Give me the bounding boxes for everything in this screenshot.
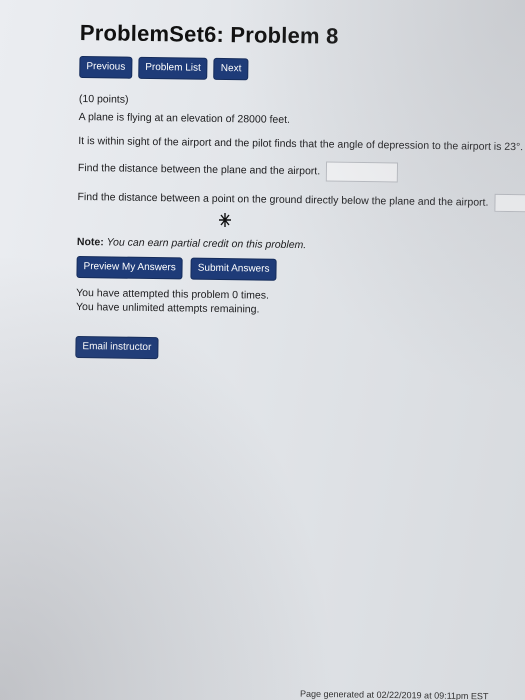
attempts-info: You have attempted this problem 0 times.… (76, 286, 525, 321)
email-row: Email instructor (75, 335, 525, 365)
page-footer: Page generated at 02/22/2019 at 09:11pm … (299, 688, 489, 700)
screen-photo: ProblemSet6: Problem 8 Previous Problem … (0, 0, 525, 700)
preview-answers-button[interactable]: Preview My Answers (76, 255, 183, 280)
question-2: Find the distance between a point on the… (77, 188, 525, 213)
problem-text-2: It is within sight of the airport and th… (78, 134, 524, 154)
problem-list-button[interactable]: Problem List (138, 56, 208, 80)
question-1-text: Find the distance between the plane and … (77, 161, 321, 178)
note-text: You can earn partial credit on this prob… (106, 236, 307, 252)
problem-page: ProblemSet6: Problem 8 Previous Problem … (75, 20, 525, 365)
problem-body: (10 points) A plane is flying at an elev… (77, 92, 525, 213)
mouse-cursor-icon (219, 213, 231, 227)
problem-points: (10 points) (78, 92, 129, 106)
answer-input-1[interactable] (326, 161, 399, 183)
next-button[interactable]: Next (213, 57, 249, 81)
email-instructor-button[interactable]: Email instructor (75, 335, 159, 360)
answer-actions: Preview My Answers Submit Answers (76, 255, 525, 285)
question-1: Find the distance between the plane and … (78, 158, 525, 185)
submit-answers-button[interactable]: Submit Answers (190, 257, 277, 281)
partial-credit-note: Note: You can earn partial credit on thi… (77, 236, 525, 255)
question-2-text: Find the distance between a point on the… (77, 190, 489, 209)
answer-input-2[interactable] (494, 193, 525, 213)
problem-text-1: A plane is flying at an elevation of 280… (78, 110, 291, 126)
problem-nav: Previous Problem List Next (79, 55, 525, 85)
note-label: Note: (76, 235, 104, 249)
previous-button[interactable]: Previous (79, 55, 133, 79)
page-title: ProblemSet6: Problem 8 (79, 20, 339, 49)
